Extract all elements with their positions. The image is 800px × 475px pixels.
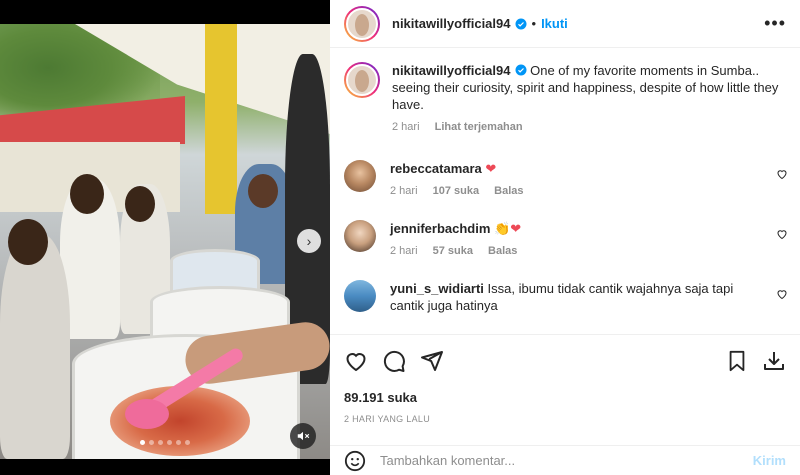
comment-username[interactable]: yuni_s_widiarti <box>390 281 484 296</box>
comment-body: rebeccatamara ❤ 2 hari 107 suka Balas <box>390 160 760 200</box>
commenter-avatar[interactable] <box>344 160 376 192</box>
comment-likes-count[interactable]: 107 suka <box>433 185 479 197</box>
comment-username[interactable]: rebeccatamara <box>390 161 482 176</box>
carousel-dot <box>158 440 163 445</box>
carousel-dot <box>185 440 190 445</box>
heart-outline-icon[interactable] <box>776 228 788 240</box>
comment-likes-count[interactable]: 57 suka <box>433 245 473 257</box>
clap-heart-emoji: 👏❤ <box>494 221 522 236</box>
heart-emoji: ❤ <box>485 161 497 176</box>
photo-child <box>0 234 70 459</box>
commenter-avatar[interactable] <box>344 280 376 312</box>
caption-body: nikitawillyofficial94 One of my favorite… <box>392 62 782 136</box>
action-bar <box>344 347 786 375</box>
comment-meta: 2 hari 107 suka Balas <box>390 183 760 200</box>
chevron-right-icon: › <box>306 233 312 249</box>
like-heart-icon[interactable] <box>344 349 368 373</box>
follow-button[interactable]: Ikuti <box>541 16 568 31</box>
post-caption: nikitawillyofficial94 One of my favorite… <box>330 48 800 136</box>
comment-item: rebeccatamara ❤ 2 hari 107 suka Balas <box>330 160 800 200</box>
comments-list[interactable]: nikitawillyofficial94 One of my favorite… <box>330 48 800 334</box>
comment-username[interactable]: jenniferbachdim <box>390 221 490 236</box>
post-header: nikitawillyofficial94 • Ikuti ••• <box>330 0 800 48</box>
post-comment-button[interactable]: Kirim <box>753 453 786 468</box>
photo-head <box>125 186 155 222</box>
commenter-avatar[interactable] <box>344 220 376 252</box>
heart-outline-icon[interactable] <box>776 168 788 180</box>
photo-head <box>8 219 48 265</box>
post-date[interactable]: 2 HARI YANG LALU <box>344 414 786 424</box>
carousel-dot <box>176 440 181 445</box>
share-send-icon[interactable] <box>420 349 444 373</box>
carousel-dot <box>149 440 154 445</box>
reply-button[interactable]: Balas <box>494 185 523 197</box>
separator-dot: • <box>531 16 537 31</box>
comment-time: 2 hari <box>390 185 418 197</box>
caption-username[interactable]: nikitawillyofficial94 <box>392 63 511 78</box>
comment-item: jenniferbachdim 👏❤ 2 hari 57 suka Balas <box>330 220 800 260</box>
comment-composer: Kirim <box>330 445 800 475</box>
comment-body: jenniferbachdim 👏❤ 2 hari 57 suka Balas <box>390 220 760 260</box>
comment-body: yuni_s_widiarti Issa, ibumu tidak cantik… <box>390 280 760 314</box>
emoji-icon[interactable] <box>344 450 366 472</box>
author-avatar[interactable] <box>344 5 380 42</box>
bookmark-icon[interactable] <box>726 349 748 373</box>
photo-head <box>248 174 278 208</box>
comment-bubble-icon[interactable] <box>382 349 406 373</box>
see-translation-link[interactable]: Lihat terjemahan <box>435 121 523 133</box>
verified-badge-icon <box>515 18 526 29</box>
carousel-dot <box>167 440 172 445</box>
verified-badge-icon <box>515 64 526 76</box>
caption-author-avatar[interactable] <box>344 62 380 98</box>
photo-ladle-head <box>125 399 169 429</box>
mute-button[interactable] <box>290 423 316 449</box>
comment-item: yuni_s_widiarti Issa, ibumu tidak cantik… <box>330 280 800 314</box>
post-photo[interactable] <box>0 24 330 459</box>
likes-count[interactable]: 89.191 suka <box>344 390 786 405</box>
more-options-icon[interactable]: ••• <box>764 13 786 34</box>
author-username[interactable]: nikitawillyofficial94 <box>392 16 511 31</box>
photo-pillar <box>205 24 237 214</box>
comment-meta: 2 hari 57 suka Balas <box>390 243 760 260</box>
comment-time: 2 hari <box>390 245 418 257</box>
caption-time: 2 hari <box>392 121 420 133</box>
carousel-next-button[interactable]: › <box>297 229 321 253</box>
post-actions: 89.191 suka 2 HARI YANG LALU <box>330 334 800 424</box>
download-icon[interactable] <box>762 349 786 373</box>
caption-meta: 2 hari Lihat terjemahan <box>392 119 782 136</box>
post-panel: nikitawillyofficial94 • Ikuti ••• nikita… <box>330 0 800 475</box>
comment-input[interactable] <box>380 453 753 468</box>
carousel-dot <box>140 440 145 445</box>
heart-outline-icon[interactable] <box>776 288 788 300</box>
reply-button[interactable]: Balas <box>488 245 517 257</box>
post-media[interactable]: › <box>0 0 330 475</box>
photo-head <box>70 174 104 214</box>
carousel-dots <box>0 440 330 445</box>
speaker-muted-icon <box>297 431 310 441</box>
